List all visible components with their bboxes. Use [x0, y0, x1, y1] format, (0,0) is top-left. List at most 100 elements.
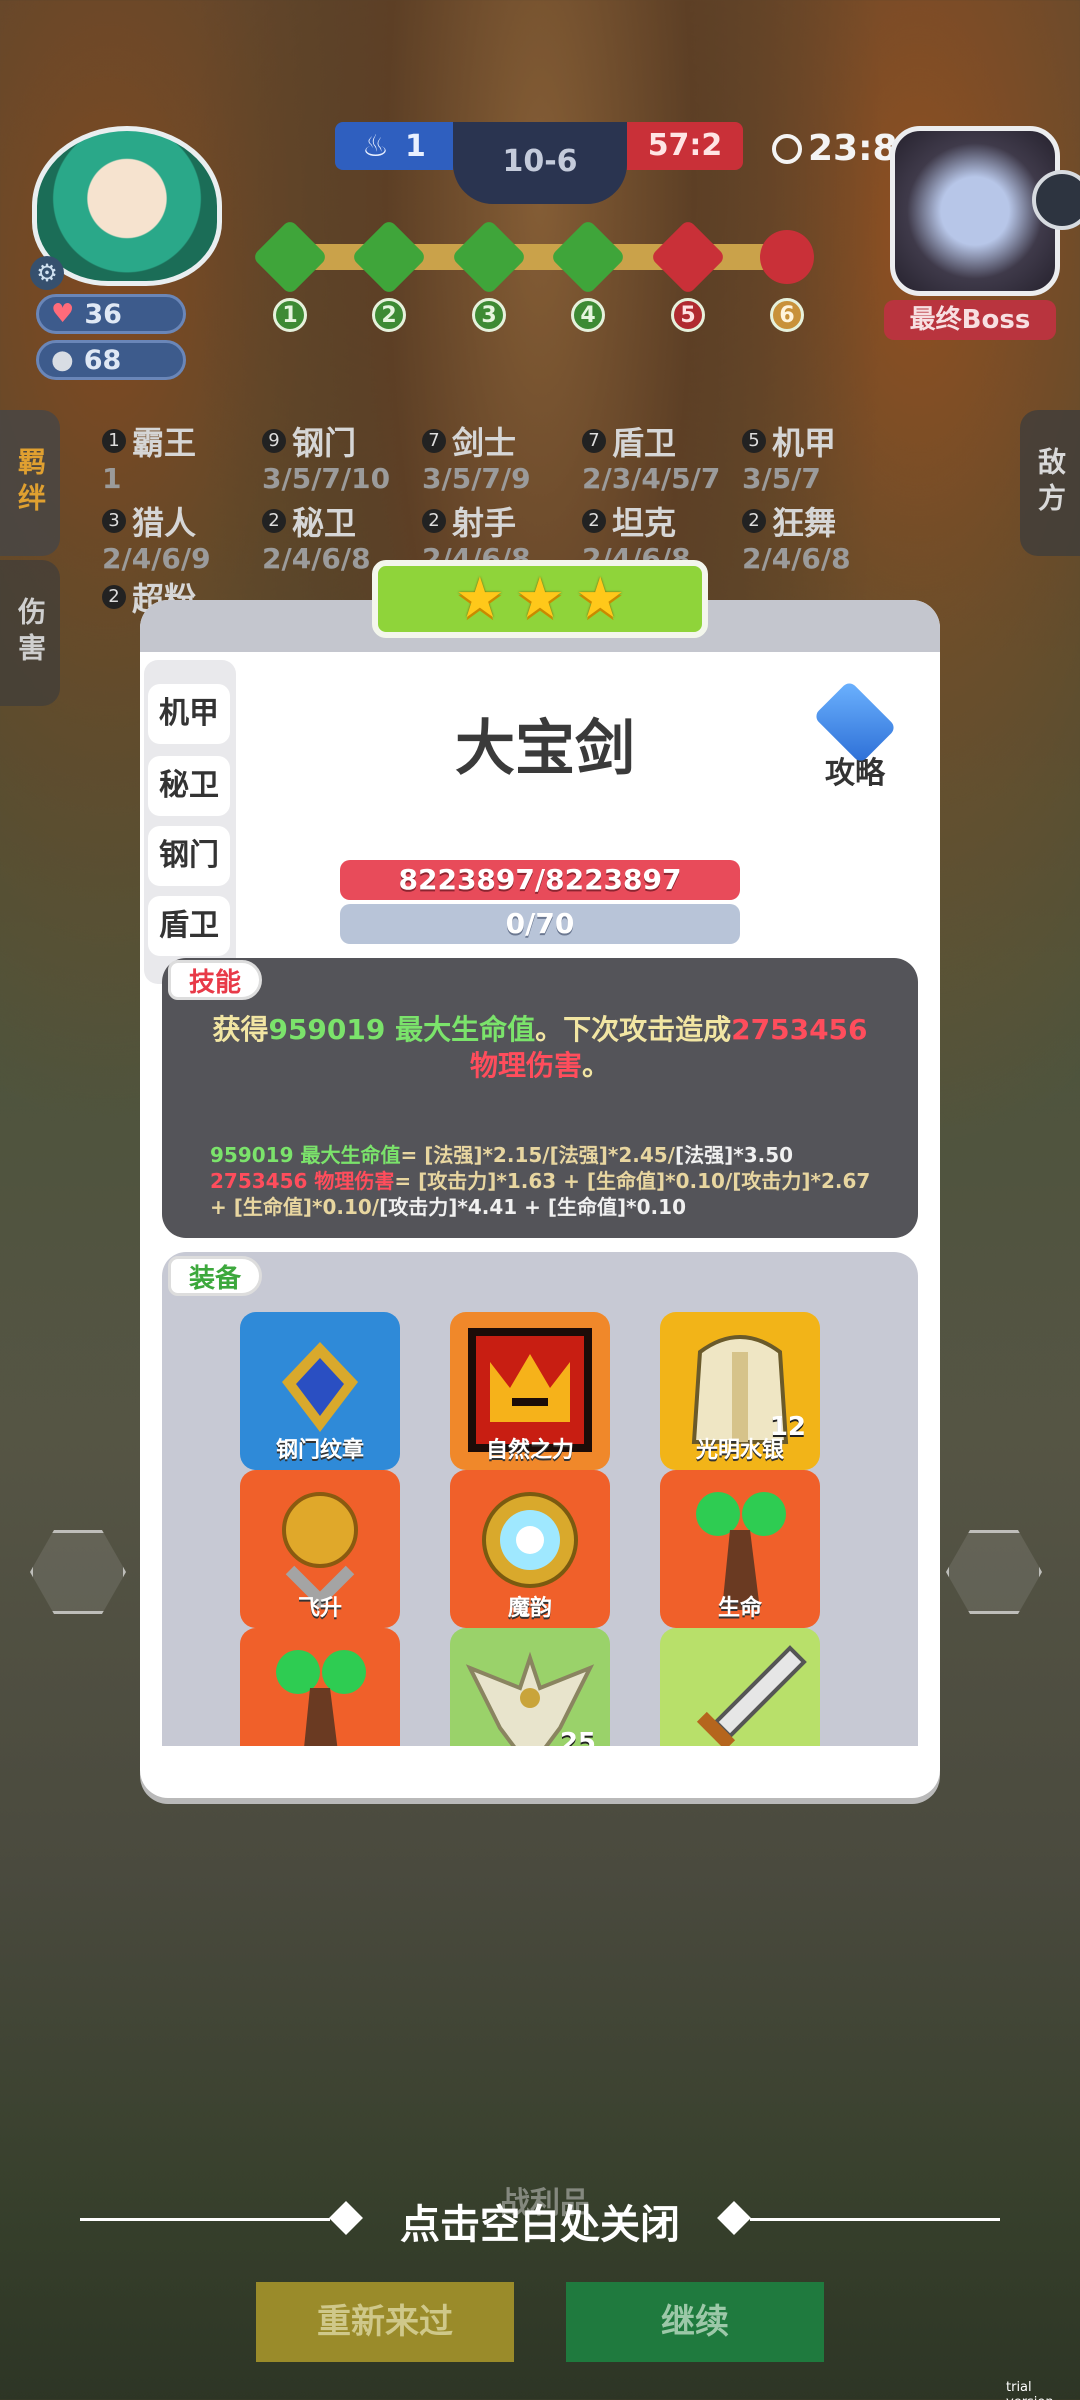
bond-item[interactable]: 7 盾卫 2/3/4/5/7 [582, 418, 732, 495]
bond-levels: 3/5/7 [742, 462, 821, 495]
skill-desc-damage: 2753456 [731, 1013, 868, 1046]
bond-count: 2 [102, 585, 126, 609]
bond-item[interactable]: 1 霸王 1 [102, 418, 252, 495]
coin-icon: ● [51, 345, 74, 375]
blue-score: ♨ 1 [335, 122, 453, 170]
skill-desc-damage-type: 物理伤害 [469, 1049, 582, 1082]
bond-name: 狂舞 [772, 504, 837, 542]
equipment-item[interactable]: 25 [450, 1628, 610, 1746]
star-icon: ★ [454, 566, 505, 631]
bond-count: 9 [262, 429, 286, 453]
stage-num-4: 4 [571, 298, 605, 332]
stage-indicator: 10-6 [453, 122, 627, 204]
bond-item[interactable]: 3 猎人 2/4/6/9 [102, 498, 252, 575]
gear-icon[interactable]: ⚙ [30, 256, 64, 290]
bond-levels: 3/5/7/9 [422, 462, 531, 495]
bond-count: 2 [262, 509, 286, 533]
stage-num-1: 1 [273, 298, 307, 332]
bond-count: 2 [582, 509, 606, 533]
strategy-button[interactable]: 攻略 [800, 680, 910, 800]
equipment-name: 光明水银 [695, 1438, 784, 1463]
clock-icon [772, 133, 802, 164]
skill-description: 获得959019 最大生命值。下次攻击造成2753456 物理伤害。 [190, 1012, 890, 1084]
bond-item[interactable]: 9 钢门 3/5/7/10 [262, 418, 412, 495]
continue-button[interactable]: 继续 [566, 2282, 824, 2362]
tab-damage[interactable]: 伤害 [0, 560, 60, 706]
star-rating-banner: ★ ★ ★ [372, 560, 708, 638]
boss-label: 最终Boss [884, 300, 1056, 340]
formula-hp-tail: [法强]*3.50 [674, 1143, 794, 1167]
formula-hp-expr: = [法强]*2.15/[法强]*2.45/ [400, 1143, 675, 1167]
bond-item[interactable]: 7 剑士 3/5/7/9 [422, 418, 572, 495]
bond-name: 秘卫 [292, 504, 357, 542]
bond-item[interactable]: 2 狂舞 2/4/6/8 [742, 498, 892, 575]
class-tag[interactable]: 盾卫 [148, 896, 230, 956]
equipment-item[interactable]: 飞升 [240, 1470, 400, 1628]
bond-item[interactable]: 5 机甲 3/5/7 [742, 418, 892, 495]
equipment-item[interactable]: 12 光明水银 [660, 1312, 820, 1470]
equipment-tag: 装备 [168, 1256, 263, 1296]
skill-desc-text: 。 [582, 1049, 611, 1082]
equipment-item[interactable]: 自然之力 [450, 1312, 610, 1470]
player-coins-pill: ● 68 [36, 340, 186, 380]
equipment-item[interactable]: 钢门纹章 [240, 1312, 400, 1470]
skill-desc-hp: 959019 最大生命值 [268, 1013, 536, 1046]
unit-name: 大宝剑 [455, 714, 635, 784]
bond-levels: 1 [102, 462, 122, 495]
mana-bar: 0/70 [340, 904, 740, 944]
equipment-item[interactable] [240, 1628, 400, 1746]
bond-name: 机甲 [772, 424, 837, 462]
formula-dmg-label: 2753456 物理伤害 [210, 1169, 395, 1193]
equipment-item[interactable] [660, 1628, 820, 1746]
bond-name: 钢门 [292, 424, 357, 462]
bond-levels: 3/5/7/10 [262, 462, 391, 495]
equipment-name: 自然之力 [485, 1438, 574, 1463]
player-hp-pill: ♥ 36 [36, 294, 186, 334]
stage-num-5: 5 [671, 298, 705, 332]
bond-levels: 2/4/6/8 [742, 542, 851, 575]
stage-num-2: 2 [372, 298, 406, 332]
round-timer-value: 23:8 [808, 128, 898, 169]
heart-icon: ♥ [51, 299, 75, 329]
stage-progress-track [258, 244, 808, 270]
retry-button[interactable]: 重新来过 [256, 2282, 514, 2362]
skill-desc-text: 获得 [212, 1013, 269, 1046]
bond-levels: 2/3/4/5/7 [582, 462, 721, 495]
equipment-name: 魔韵 [507, 1596, 552, 1621]
equipment-item[interactable]: 魔韵 [450, 1470, 610, 1628]
formula-dmg-tail: [攻击力]*4.41 + [生命值]*0.10 [379, 1195, 686, 1219]
formula-hp-label: 959019 最大生命值 [210, 1143, 401, 1167]
blue-score-value: 1 [405, 128, 426, 164]
red-score: 57:2 [627, 122, 743, 170]
close-hint: 点击空白处关闭 [400, 2202, 680, 2248]
class-tag[interactable]: 钢门 [148, 826, 230, 886]
bond-name: 猎人 [132, 504, 197, 542]
bond-count: 1 [102, 429, 126, 453]
round-timer: 23:8 [772, 128, 898, 169]
bond-count: 5 [742, 429, 766, 453]
tab-enemy[interactable]: 敌方 [1020, 410, 1080, 556]
bond-name: 霸王 [132, 424, 197, 462]
equipment-name: 钢门纹章 [275, 1438, 364, 1463]
tab-bonds[interactable]: 羁绊 [0, 410, 60, 556]
bond-name: 射手 [452, 504, 517, 542]
bond-count: 7 [422, 429, 446, 453]
class-tag[interactable]: 秘卫 [148, 756, 230, 816]
pixel-sword-icon [696, 1645, 807, 1746]
trial-watermark: trial version [1006, 2380, 1054, 2400]
bond-name: 坦克 [612, 504, 677, 542]
hp-bar: 8223897/8223897 [340, 860, 740, 900]
equipment-name: 飞升 [297, 1596, 342, 1621]
skill-tag: 技能 [168, 960, 263, 1000]
life-tree-icon [276, 1650, 366, 1746]
bond-levels: 2/4/6/9 [102, 542, 211, 575]
class-tag[interactable]: 机甲 [148, 684, 230, 744]
bond-count: 2 [742, 509, 766, 533]
equipment-panel: 装备 钢门纹章 自然之力 12 光明水银 飞升 魔韵 生命 25 [162, 1252, 918, 1746]
equipment-item[interactable]: 生命 [660, 1470, 820, 1628]
equipment-stack: 25 [559, 1728, 596, 1746]
skill-formula: 959019 最大生命值= [法强]*2.15/[法强]*2.45/[法强]*3… [210, 1142, 890, 1220]
bond-count: 7 [582, 429, 606, 453]
bond-name: 剑士 [452, 424, 517, 462]
stage-num-3: 3 [472, 298, 506, 332]
